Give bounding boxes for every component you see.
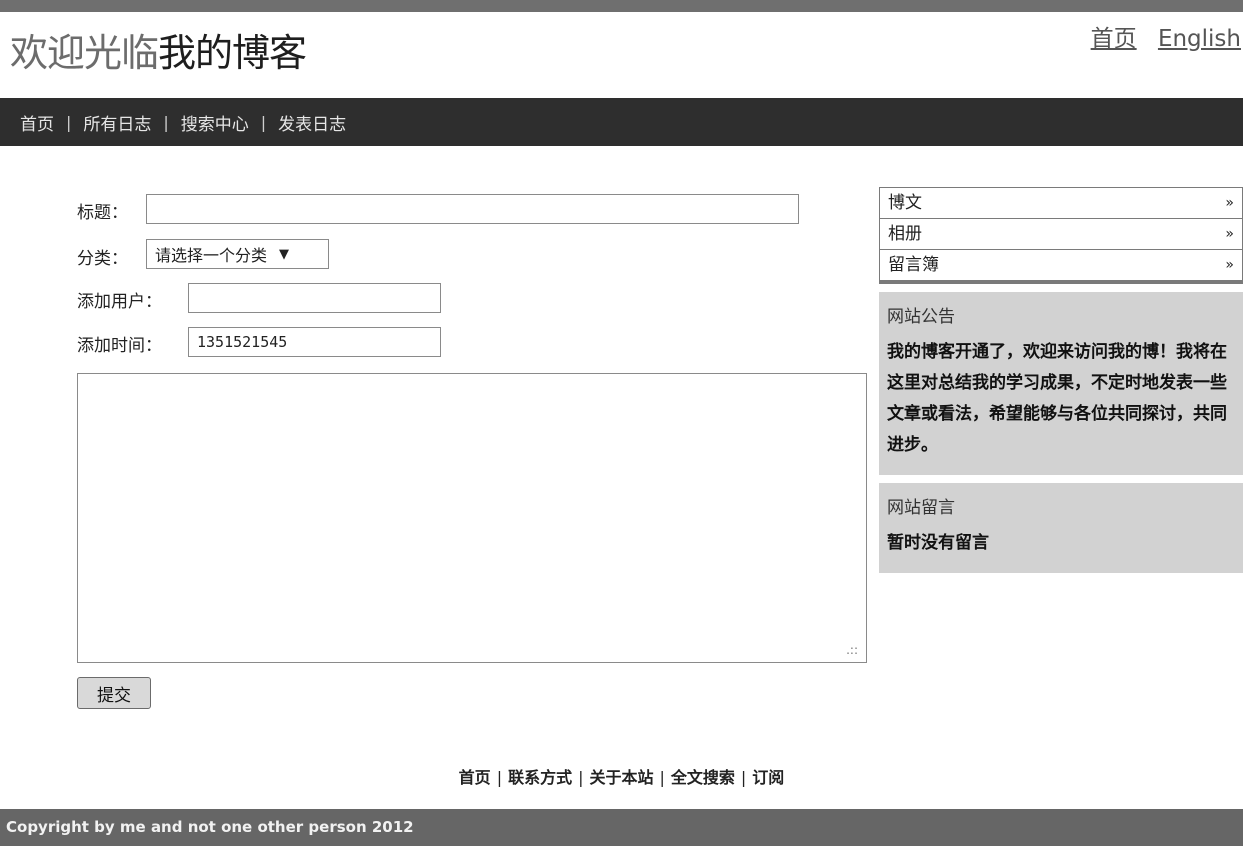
sidebar-item-album[interactable]: 相册 » [880,219,1242,250]
user-label: 添加用户： [77,292,162,312]
notice-body: 我的博客开通了，欢迎来访问我的博！我将在这里对总结我的学习成果，不定时地发表一些… [887,342,1227,455]
footer-link-fulltext-search[interactable]: 全文搜索 [671,768,735,787]
messages-title: 网站留言 [887,498,955,518]
footer-link-contact[interactable]: 联系方式 [508,768,572,787]
notice-title: 网站公告 [887,307,955,327]
top-links: 首页 English [1077,24,1241,54]
copyright-bar: Copyright by me and not one other person… [0,809,1243,846]
title-input[interactable] [146,194,799,224]
sidebar-item-guestbook[interactable]: 留言簿 » [880,250,1242,280]
site-title-blog-name: 我的博客 [158,31,307,75]
nav-item-home[interactable]: 首页 [20,110,54,135]
content-textarea[interactable]: .:: [77,373,867,663]
footer-separator: | [496,768,503,787]
category-label: 分类： [77,249,128,269]
messages-body: 暂时没有留言 [887,533,989,553]
resize-grip-icon[interactable]: .:: [846,644,858,656]
sidebar: 博文 » 相册 » 留言簿 » 网站公告 我的博客开通了，欢迎来访问我的博！我将… [879,187,1243,573]
time-label: 添加时间： [77,336,162,356]
double-chevron-right-icon: » [1225,257,1234,273]
submit-button[interactable]: 提交 [77,677,151,709]
sidebar-item-label: 相册 [888,224,922,244]
footer-separator: | [659,768,665,787]
top-link-english[interactable]: English [1158,26,1241,52]
title-label: 标题： [77,203,128,223]
double-chevron-right-icon: » [1225,226,1234,242]
sidebar-item-posts[interactable]: 博文 » [880,188,1242,219]
nav-item-all-posts[interactable]: 所有日志 [83,110,151,135]
caret-down-icon: ▼ [279,246,290,262]
double-chevron-right-icon: » [1225,195,1234,211]
footer-link-subscribe[interactable]: 订阅 [752,768,784,787]
footer-separator: | [578,768,584,787]
nav-separator: | [260,112,267,132]
main-nav: 首页 | 所有日志 | 搜索中心 | 发表日志 [0,98,1243,146]
sidebar-menu: 博文 » 相册 » 留言簿 » [879,187,1243,284]
nav-separator: | [66,112,72,132]
footer-link-about[interactable]: 关于本站 [589,768,653,787]
notice-panel: 网站公告 我的博客开通了，欢迎来访问我的博！我将在这里对总结我的学习成果，不定时… [879,292,1243,475]
messages-panel: 网站留言 暂时没有留言 [879,483,1243,573]
site-title-welcome: 欢迎光临 [10,31,159,75]
time-input[interactable] [188,327,441,357]
footer-separator: | [740,768,747,787]
footer-link-home[interactable]: 首页 [459,768,491,787]
top-link-home[interactable]: 首页 [1091,26,1137,52]
category-selected-value: 请选择一个分类 [155,246,268,265]
nav-separator: | [163,112,169,132]
top-strip [0,0,1243,12]
user-input[interactable] [188,283,441,313]
sidebar-item-label: 留言簿 [888,255,939,275]
nav-item-publish[interactable]: 发表日志 [278,110,346,135]
sidebar-item-label: 博文 [888,193,922,213]
category-select[interactable]: 请选择一个分类 ▼ [146,239,329,269]
site-title: 欢迎光临我的博客 [10,28,307,78]
footer-links: 首页 | 联系方式 | 关于本站 | 全文搜索 | 订阅 [0,764,1243,788]
nav-item-search[interactable]: 搜索中心 [181,110,249,135]
